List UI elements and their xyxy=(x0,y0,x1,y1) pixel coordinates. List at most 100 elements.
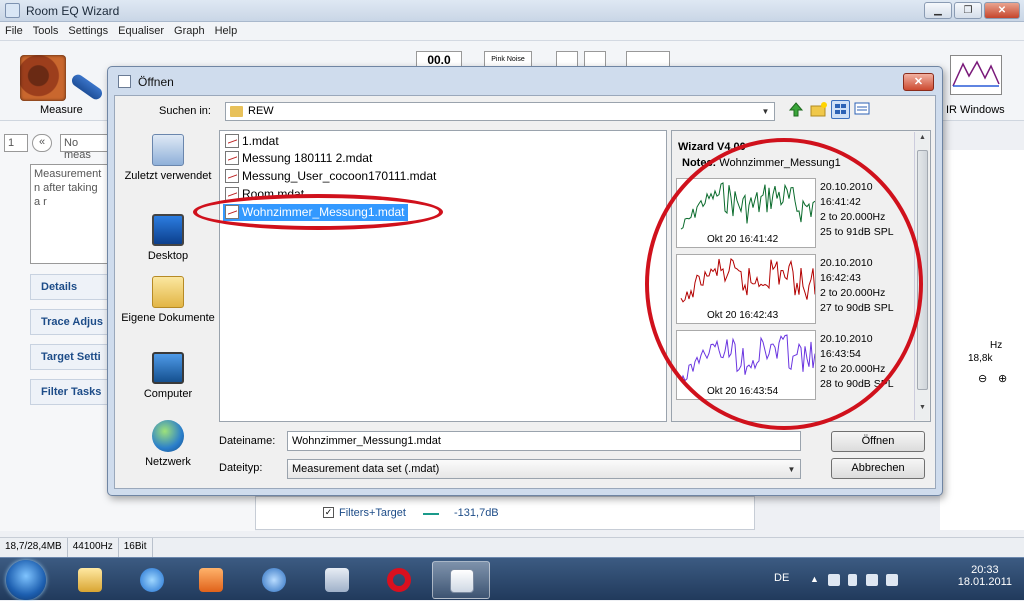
dialog-title-bar[interactable]: Öffnen ✕ xyxy=(108,67,942,95)
place-desktop[interactable]: Desktop xyxy=(121,214,215,262)
filters-target-checkbox[interactable]: ✓ xyxy=(323,507,334,518)
measurement-thumbnail[interactable]: Okt 20 16:42:43 xyxy=(676,254,816,324)
details-view-icon xyxy=(854,102,870,115)
legend-strip: ✓ Filters+Target -131,7dB xyxy=(255,496,755,530)
meta-date: 20.10.2010 xyxy=(820,257,873,269)
taskbar-internet-explorer[interactable] xyxy=(123,561,181,599)
clock[interactable]: 20:33 18.01.2011 xyxy=(958,564,1012,588)
places-sidebar: Zuletzt verwendet Desktop Eigene Dokumen… xyxy=(121,130,215,480)
action-center-flag-icon[interactable] xyxy=(828,574,840,586)
preview-scrollbar[interactable]: ▲ ▼ xyxy=(914,132,929,420)
up-folder-button[interactable] xyxy=(787,100,806,119)
filename-field[interactable]: Wohnzimmer_Messung1.mdat xyxy=(287,431,801,451)
taskbar-java-rew[interactable] xyxy=(432,561,490,599)
zoom-in-icon[interactable]: ⊕ xyxy=(998,372,1007,385)
file-item[interactable]: Messung 180111 2.mdat xyxy=(223,150,375,167)
scrollbar-thumb[interactable] xyxy=(917,150,928,390)
notes-value: Wohnzimmer_Messung1 xyxy=(719,157,841,169)
volume-muted-icon[interactable] xyxy=(886,574,898,586)
start-button[interactable] xyxy=(6,560,46,600)
media-player-icon xyxy=(199,568,223,592)
menu-graph[interactable]: Graph xyxy=(174,25,205,37)
language-indicator[interactable]: DE xyxy=(774,572,789,584)
dialog-close-button[interactable]: ✕ xyxy=(903,73,934,91)
taskbar-explorer[interactable] xyxy=(61,561,119,599)
menu-equaliser[interactable]: Equaliser xyxy=(118,25,164,37)
tab-trace-adjust[interactable]: Trace Adjus xyxy=(30,309,110,335)
measurement-notes[interactable]: Measurement n after taking a r xyxy=(30,164,110,264)
look-in-combo[interactable]: REW ▼ xyxy=(225,102,775,121)
filename-label: Dateiname: xyxy=(219,435,276,447)
list-view-button[interactable] xyxy=(831,100,850,119)
computer-icon xyxy=(152,352,184,384)
scroll-down-icon[interactable]: ▼ xyxy=(917,404,928,416)
x-axis-tick: 18,8k xyxy=(968,353,993,364)
clock-date: 18.01.2011 xyxy=(957,576,1012,588)
legend-value: -131,7dB xyxy=(454,507,499,519)
file-item[interactable]: Room.mdat xyxy=(223,186,307,203)
menu-file[interactable]: File xyxy=(5,25,23,37)
x-axis-unit: Hz xyxy=(990,340,1003,351)
meta-time: 16:42:43 xyxy=(820,272,861,284)
legend-line-swatch xyxy=(423,513,439,515)
place-documents[interactable]: Eigene Dokumente xyxy=(121,276,215,324)
filetype-select[interactable]: Measurement data set (.mdat) ▼ xyxy=(287,459,801,479)
meta-time: 16:43:54 xyxy=(820,348,861,360)
show-hidden-icons-icon[interactable]: ▲ xyxy=(810,574,822,586)
mdat-file-icon xyxy=(225,151,239,165)
scroll-up-icon[interactable]: ▲ xyxy=(917,134,928,146)
close-button[interactable]: ✕ xyxy=(984,2,1020,19)
measurement-meta: 20.10.2010 16:43:54 2 to 20.000Hz 28 to … xyxy=(820,332,894,392)
measurement-thumbnail[interactable]: Okt 20 16:43:54 xyxy=(676,330,816,400)
measurement-thumbnail[interactable]: Okt 20 16:41:42 xyxy=(676,178,816,248)
java-app-icon xyxy=(5,3,20,18)
measurement-name-field[interactable]: No meas xyxy=(60,134,110,161)
tab-filter-tasks[interactable]: Filter Tasks xyxy=(30,379,110,405)
zoom-out-icon[interactable]: ⊖ xyxy=(978,372,987,385)
menu-help[interactable]: Help xyxy=(215,25,238,37)
look-in-label: Suchen in: xyxy=(159,105,211,117)
status-bar: 18,7/28,4MB 44100Hz 16Bit xyxy=(0,537,1024,557)
taskbar-media-player[interactable] xyxy=(182,561,240,599)
previous-measurement-button[interactable]: « xyxy=(32,134,52,152)
measurement-preview: Wizard V4,00 Notes: Wohnzimmer_Messung1 … xyxy=(671,130,931,422)
place-recent[interactable]: Zuletzt verwendet xyxy=(121,134,215,182)
chevron-down-icon: ▼ xyxy=(761,107,770,116)
measure-label: Measure xyxy=(40,104,83,116)
measurement-index-field[interactable]: 1 xyxy=(4,134,28,152)
meta-time: 16:41:42 xyxy=(820,196,861,208)
file-item[interactable]: 1.mdat xyxy=(223,133,282,150)
cancel-button[interactable]: Abbrechen xyxy=(831,458,925,479)
meta-date: 20.10.2010 xyxy=(820,333,873,345)
file-item[interactable]: Messung_User_cocoon170111.mdat xyxy=(223,168,439,185)
battery-icon[interactable] xyxy=(848,574,857,586)
network-signal-icon[interactable] xyxy=(866,574,878,586)
tab-target-settings[interactable]: Target Setti xyxy=(30,344,110,370)
system-tray: DE ▲ 20:33 18.01.2011 xyxy=(774,558,1024,601)
tab-details[interactable]: Details xyxy=(30,274,110,300)
file-item-selected[interactable]: Wohnzimmer_Messung1.mdat xyxy=(223,204,408,221)
menu-settings[interactable]: Settings xyxy=(68,25,108,37)
open-button[interactable]: Öffnen xyxy=(831,431,925,452)
microphone-icon xyxy=(69,72,105,102)
file-list[interactable]: 1.mdat Messung 180111 2.mdat Messung_Use… xyxy=(219,130,667,422)
taskbar-thunderbird[interactable] xyxy=(245,561,303,599)
details-view-button[interactable] xyxy=(853,100,872,119)
current-folder-name: REW xyxy=(248,105,274,117)
speaker-icon xyxy=(20,55,66,101)
mail-icon xyxy=(262,568,286,592)
place-recent-label: Zuletzt verwendet xyxy=(124,170,212,182)
place-network[interactable]: Netzwerk xyxy=(121,420,215,468)
taskbar-calculator[interactable] xyxy=(308,561,366,599)
maximize-button[interactable]: ❐ xyxy=(954,2,982,19)
minimize-button[interactable]: ▁ xyxy=(924,2,952,19)
meta-spl: 28 to 90dB SPL xyxy=(820,378,894,390)
java-app-icon xyxy=(118,75,131,88)
new-folder-button[interactable] xyxy=(809,100,828,119)
place-computer[interactable]: Computer xyxy=(121,352,215,400)
meta-range: 2 to 20.000Hz xyxy=(820,363,886,375)
taskbar-opera[interactable] xyxy=(370,561,428,599)
menu-tools[interactable]: Tools xyxy=(33,25,59,37)
meta-date: 20.10.2010 xyxy=(820,181,873,193)
measurement-meta: 20.10.2010 16:42:43 2 to 20.000Hz 27 to … xyxy=(820,256,894,316)
